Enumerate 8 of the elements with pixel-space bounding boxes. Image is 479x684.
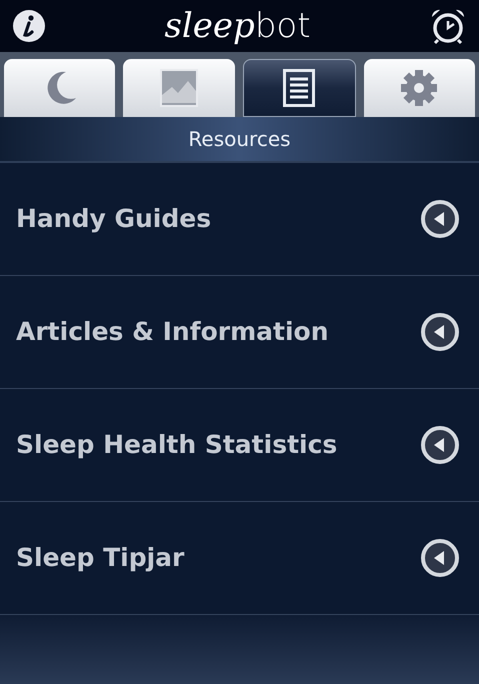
chart-icon (160, 69, 198, 107)
info-icon[interactable] (12, 9, 46, 43)
gear-icon (399, 68, 440, 108)
alarm-clock-icon[interactable] (429, 7, 467, 45)
app-logo: sleepbot (164, 9, 311, 43)
document-icon (283, 69, 316, 107)
header-title: Resources (188, 126, 291, 153)
tab[interactable] (242, 59, 356, 117)
